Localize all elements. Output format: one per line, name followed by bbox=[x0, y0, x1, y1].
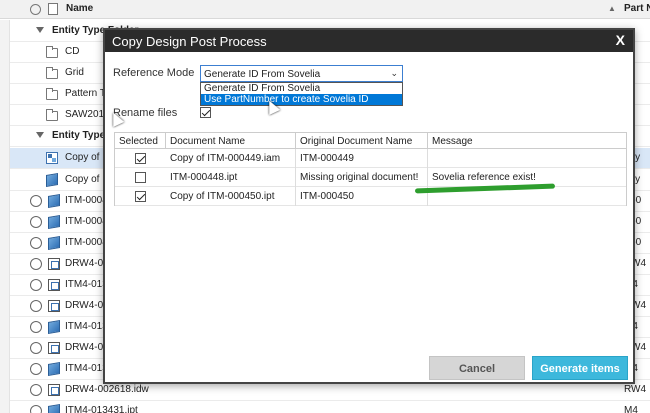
status-icon bbox=[30, 300, 42, 312]
drawing-icon bbox=[48, 384, 60, 396]
drawing-icon bbox=[48, 342, 60, 354]
status-icon bbox=[30, 258, 42, 270]
column-document-name[interactable]: Document Name bbox=[166, 133, 296, 149]
collapse-icon[interactable] bbox=[36, 132, 44, 138]
status-icon bbox=[30, 321, 42, 333]
row-selected-checkbox[interactable] bbox=[135, 191, 146, 202]
status-icon bbox=[30, 216, 42, 228]
part-icon bbox=[48, 319, 60, 335]
reference-mode-dropdown: Generate ID From Sovelia Use PartNumber … bbox=[200, 82, 403, 106]
status-icon bbox=[30, 384, 42, 396]
status-icon bbox=[30, 195, 42, 207]
table-row[interactable]: Copy of ITM-000449.iam ITM-000449 bbox=[115, 149, 626, 168]
item-part: RW4 bbox=[624, 384, 647, 395]
folder-icon bbox=[46, 88, 58, 100]
folder-icon bbox=[46, 46, 58, 58]
row-document-name: ITM-000448.ipt bbox=[166, 168, 296, 187]
status-icon bbox=[30, 405, 42, 413]
part-icon bbox=[48, 193, 60, 209]
reference-mode-value: Generate ID From Sovelia bbox=[204, 69, 321, 80]
drawing-icon bbox=[48, 300, 60, 312]
list-header: Name ▲ Part N bbox=[0, 0, 650, 19]
row-message bbox=[428, 149, 626, 168]
close-icon[interactable]: X bbox=[616, 32, 625, 48]
item-label: ITM-0004 bbox=[65, 195, 108, 206]
table-header: Selected Document Name Original Document… bbox=[115, 133, 626, 149]
chevron-down-icon[interactable]: ⌄ bbox=[390, 68, 398, 79]
status-icon bbox=[30, 237, 42, 249]
option-generate-id[interactable]: Generate ID From Sovelia bbox=[201, 83, 402, 94]
document-icon bbox=[48, 3, 58, 15]
part-icon bbox=[48, 361, 60, 377]
item-label: ITM4-013 bbox=[65, 363, 108, 374]
part-icon bbox=[48, 235, 60, 251]
status-icon bbox=[30, 363, 42, 375]
status-icon bbox=[30, 342, 42, 354]
rename-files-checkbox[interactable] bbox=[200, 107, 211, 118]
item-label: CD bbox=[65, 46, 80, 57]
column-part-number[interactable]: Part N bbox=[624, 3, 650, 14]
left-strip bbox=[0, 20, 10, 413]
reference-mode-label: Reference Mode bbox=[113, 67, 195, 79]
column-name[interactable]: Name bbox=[66, 3, 93, 14]
cancel-button[interactable]: Cancel bbox=[429, 356, 525, 380]
item-label: ITM4-013 bbox=[65, 321, 108, 332]
item-label: Copy of bbox=[65, 174, 100, 185]
part-icon bbox=[48, 214, 60, 230]
generate-items-button[interactable]: Generate items bbox=[532, 356, 628, 380]
item-label: ITM-0004 bbox=[65, 237, 108, 248]
row-document-name: Copy of ITM-000449.iam bbox=[166, 149, 296, 168]
item-label: ITM4-013 bbox=[65, 279, 108, 290]
status-icon bbox=[30, 279, 42, 291]
dialog-titlebar[interactable]: Copy Design Post Process X bbox=[105, 30, 633, 52]
row-original-name: Missing original document! bbox=[296, 168, 428, 187]
list-item[interactable]: ITM4-013431.ipt M4 bbox=[10, 401, 650, 413]
status-icon bbox=[30, 4, 41, 15]
item-label: Pattern T bbox=[65, 88, 106, 99]
part-icon bbox=[46, 172, 58, 188]
column-selected[interactable]: Selected bbox=[115, 133, 166, 149]
folder-icon bbox=[46, 67, 58, 79]
item-label: ITM4-013431.ipt bbox=[65, 405, 138, 413]
assembly-icon bbox=[46, 152, 58, 164]
table-row[interactable]: Copy of ITM-000450.ipt ITM-000450 bbox=[115, 187, 626, 206]
column-message[interactable]: Message bbox=[428, 133, 626, 149]
group-label: Entity Type: bbox=[52, 130, 109, 141]
item-label: Grid bbox=[65, 67, 84, 78]
row-original-name: ITM-000449 bbox=[296, 149, 428, 168]
part-icon bbox=[48, 403, 60, 413]
collapse-icon[interactable] bbox=[36, 27, 44, 33]
row-original-name: ITM-000450 bbox=[296, 187, 428, 206]
option-use-partnumber[interactable]: Use PartNumber to create Sovelia ID bbox=[201, 94, 402, 105]
drawing-icon bbox=[48, 258, 60, 270]
item-label: DRW4-002618.idw bbox=[65, 384, 149, 395]
item-label: ITM-0004 bbox=[65, 216, 108, 227]
documents-table: Selected Document Name Original Document… bbox=[114, 132, 627, 206]
dialog-title: Copy Design Post Process bbox=[112, 34, 267, 49]
part-icon bbox=[48, 279, 60, 291]
sort-arrow-icon[interactable]: ▲ bbox=[608, 4, 616, 13]
row-document-name: Copy of ITM-000450.ipt bbox=[166, 187, 296, 206]
item-part: M4 bbox=[624, 405, 638, 413]
rename-files-label: Rename files bbox=[113, 107, 178, 119]
row-selected-checkbox[interactable] bbox=[135, 153, 146, 164]
copy-design-dialog: Copy Design Post Process X Reference Mod… bbox=[103, 28, 635, 384]
column-original-document-name[interactable]: Original Document Name bbox=[296, 133, 428, 149]
folder-icon bbox=[46, 109, 58, 121]
reference-mode-select[interactable]: Generate ID From Sovelia ⌄ bbox=[200, 65, 403, 82]
item-label: Copy of bbox=[65, 152, 100, 163]
row-selected-checkbox[interactable] bbox=[135, 172, 146, 183]
